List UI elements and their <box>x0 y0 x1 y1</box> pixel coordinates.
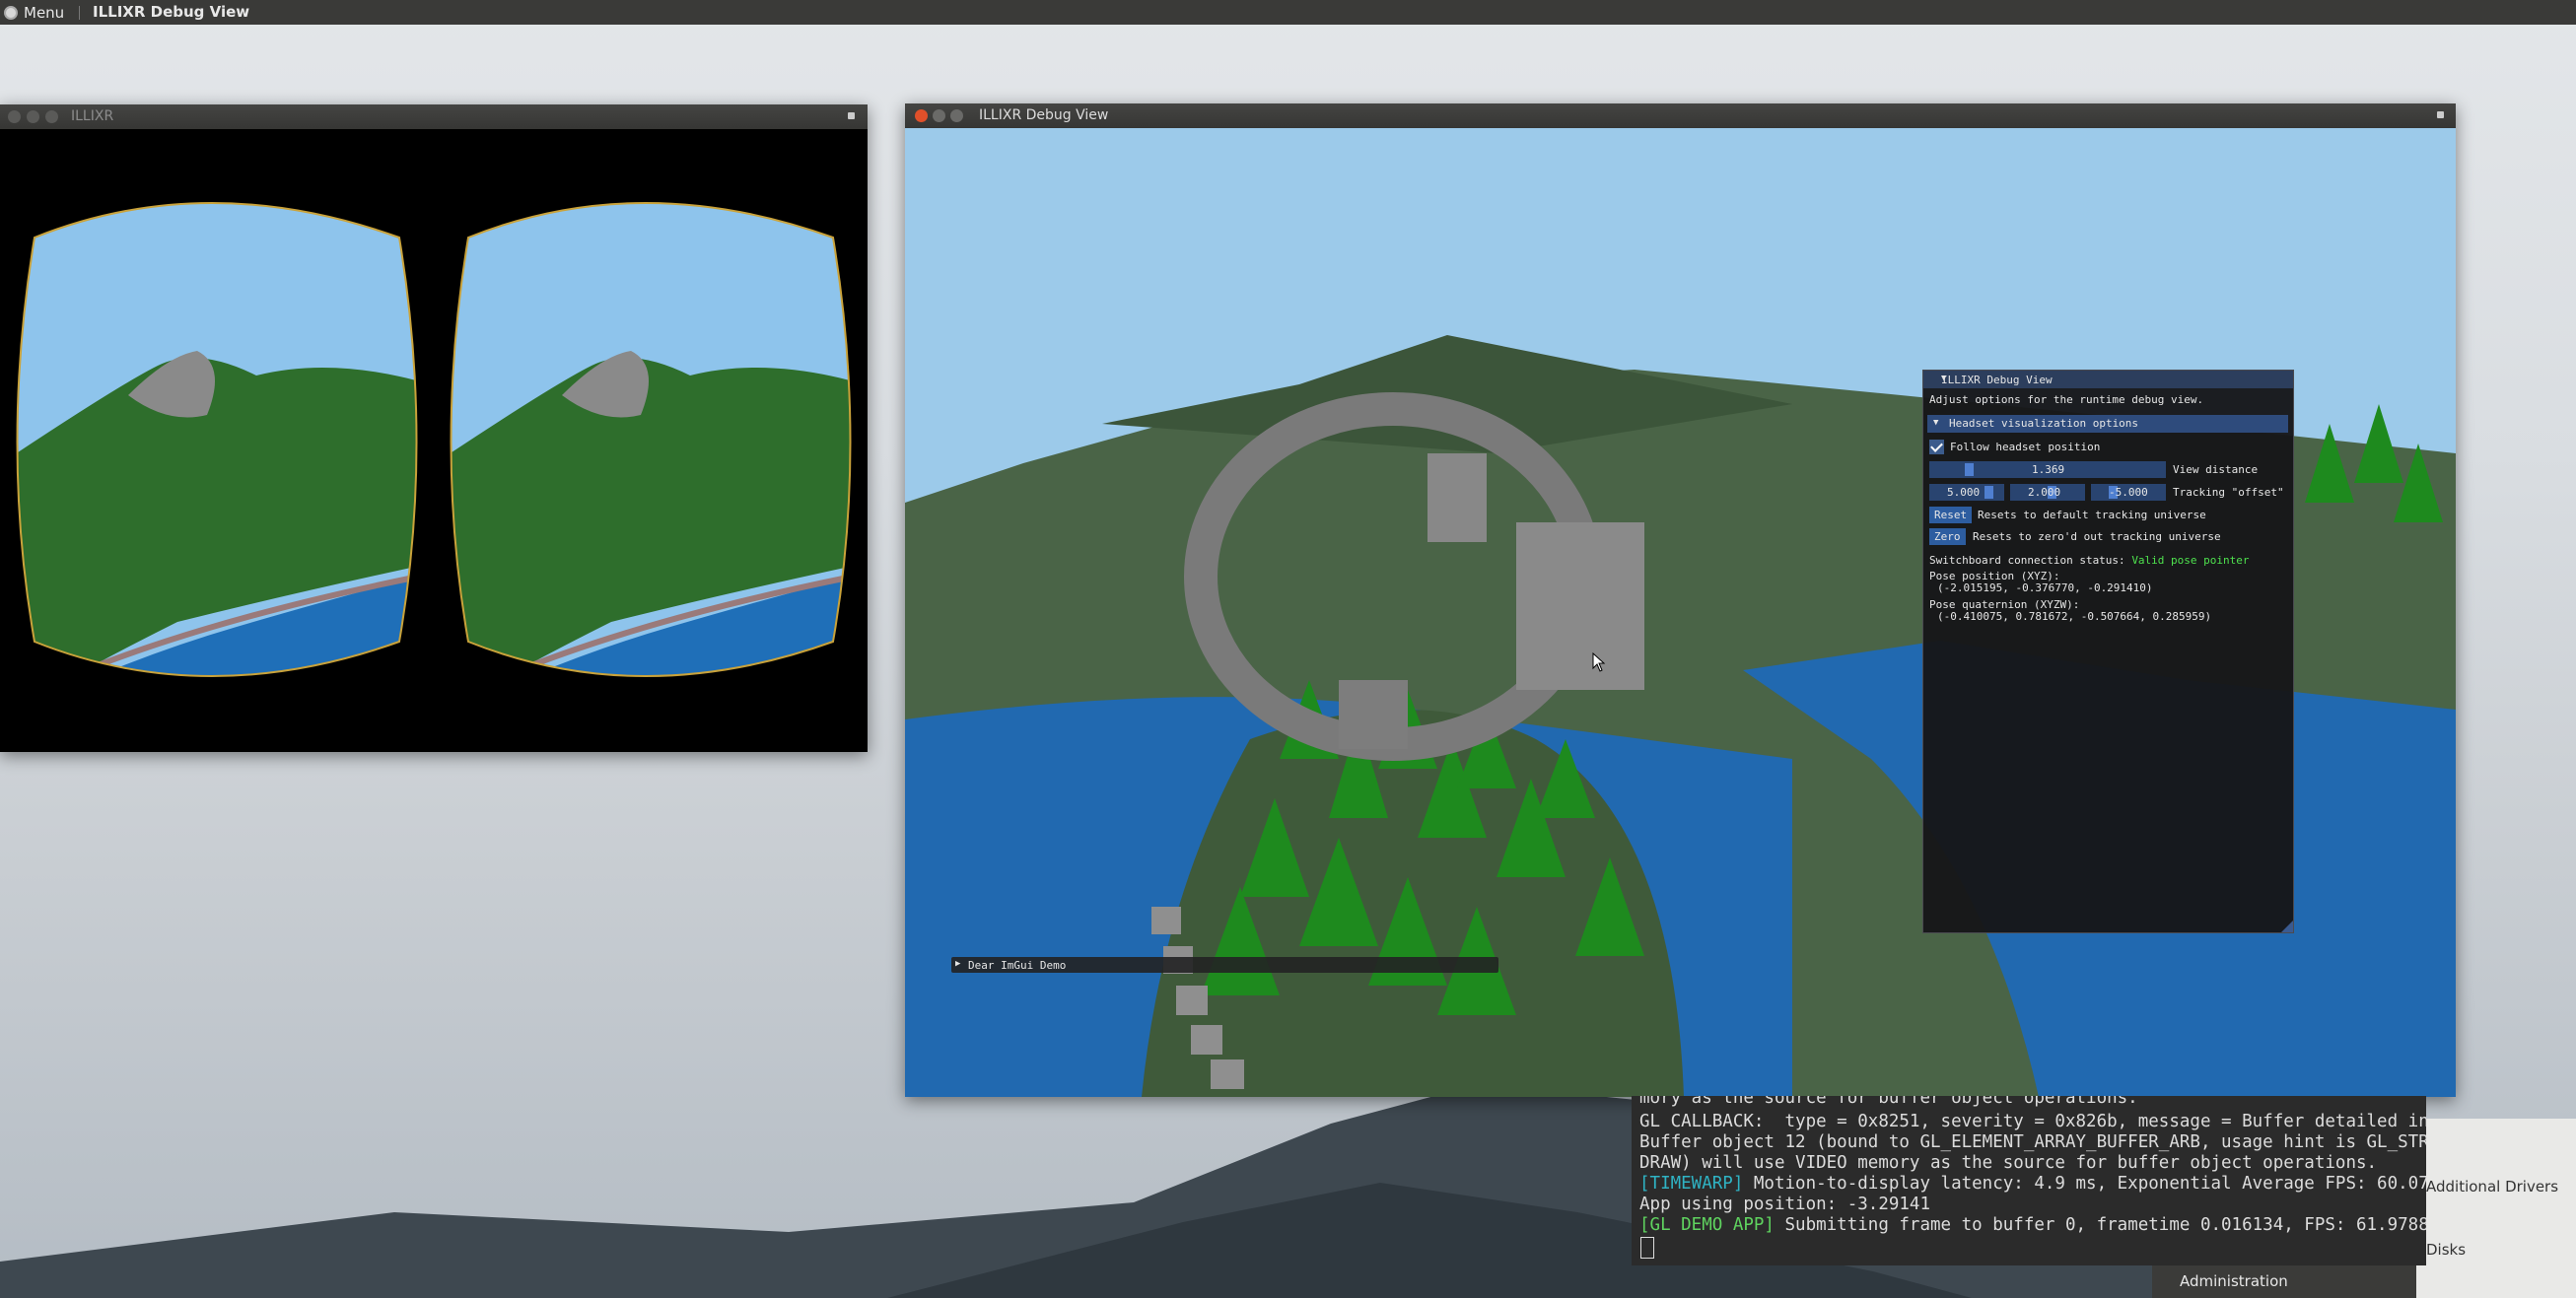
pin-icon[interactable] <box>848 112 855 119</box>
timewarp-tag: [TIMEWARP] <box>1639 1174 1744 1194</box>
timewarp-text: Motion-to-display latency: 4.9 ms, Expon… <box>1743 1174 2426 1194</box>
terminal-line: mory as the source for buffer object ope… <box>1639 1096 2138 1108</box>
terminal-cursor <box>1640 1237 1654 1259</box>
debug-window-titlebar[interactable]: ILLIXR Debug View <box>905 103 2456 128</box>
tracking-offset-y[interactable]: 2.000 <box>2010 484 2085 501</box>
debug-3d-viewport[interactable]: ▼ ILLIXR Debug View Adjust options for t… <box>905 128 2456 1097</box>
top-panel: Menu ILLIXR Debug View <box>0 0 2576 25</box>
switchboard-status: Valid pose pointer <box>2131 554 2250 567</box>
imgui-panel-title: ILLIXR Debug View <box>1941 374 2053 386</box>
illixr-vr-window: ILLIXR <box>0 104 868 752</box>
terminal-line: App using position: -3.29141 <box>1639 1195 1931 1214</box>
panel-description: Adjust options for the runtime debug vie… <box>1929 393 2204 406</box>
tracking-offset-x-value: 5.000 <box>1947 486 1981 499</box>
terminal-line: [TIMEWARP] Motion-to-display latency: 4.… <box>1639 1174 2426 1194</box>
illixr-debug-window: ILLIXR Debug View ▼ ILLIXR Debug View Ad… <box>905 103 2456 1097</box>
additional-drivers-item[interactable]: Additional Drivers <box>2426 1178 2558 1196</box>
tracking-offset-x[interactable]: 5.000 <box>1929 484 2004 501</box>
reset-button[interactable]: Reset <box>1929 507 1973 523</box>
view-distance-value: 1.369 <box>2032 463 2065 476</box>
gl-demo-app-tag: [GL DEMO APP] <box>1639 1215 1775 1235</box>
view-distance-label: View distance <box>2173 463 2259 476</box>
imgui-debug-panel[interactable]: ▼ ILLIXR Debug View Adjust options for t… <box>1922 370 2294 933</box>
vr-window-titlebar[interactable]: ILLIXR <box>0 104 868 129</box>
vr-stereo-render <box>16 202 852 677</box>
reset-description: Resets to default tracking universe <box>1978 509 2206 521</box>
slider-grab[interactable] <box>1984 486 1993 499</box>
gl-demo-app-text: Submitting frame to buffer 0, frametime … <box>1774 1215 2427 1235</box>
mouse-pointer-icon <box>1592 652 1606 672</box>
switchboard-label: Switchboard connection status: <box>1929 554 2125 567</box>
topbar-separator <box>79 6 80 20</box>
close-icon[interactable] <box>915 109 928 122</box>
expand-triangle-icon[interactable]: ▶ <box>955 959 960 969</box>
menu-button[interactable]: Menu <box>4 2 64 23</box>
terminal-line: DRAW) will use VIDEO memory as the sourc… <box>1639 1153 2378 1173</box>
tracking-offset-label: Tracking "offset" <box>2173 486 2284 499</box>
administration-label[interactable]: Administration <box>2180 1272 2288 1290</box>
zero-button[interactable]: Zero <box>1929 528 1966 545</box>
pin-icon[interactable] <box>2437 111 2444 118</box>
disks-item[interactable]: Disks <box>2426 1241 2466 1259</box>
vr-window-title: ILLIXR <box>71 108 114 124</box>
terminal-window[interactable]: mory as the source for buffer object ope… <box>1632 1096 2426 1265</box>
switchboard-status-row: Switchboard connection status: Valid pos… <box>1929 554 2250 567</box>
tracking-offset-y-value: 2.000 <box>2028 486 2061 499</box>
minimize-icon[interactable] <box>933 109 945 122</box>
maximize-icon[interactable] <box>950 109 963 122</box>
vr-stereo-view <box>0 129 868 752</box>
view-distance-slider[interactable]: 1.369 <box>1929 461 2166 478</box>
demo-window-title: Dear ImGui Demo <box>968 959 1067 972</box>
maximize-icon[interactable] <box>45 110 58 123</box>
headset-options-header[interactable]: ▼ Headset visualization options <box>1927 415 2288 433</box>
pose-quaternion-value: (-0.410075, 0.781672, -0.507664, 0.28595… <box>1937 610 2212 623</box>
section-collapse-icon[interactable]: ▼ <box>1933 418 1938 428</box>
menu-label: Menu <box>24 3 65 22</box>
section-header-label: Headset visualization options <box>1949 417 2139 430</box>
terminal-line: [GL DEMO APP] Submitting frame to buffer… <box>1639 1215 2426 1235</box>
debug-window-title: ILLIXR Debug View <box>979 107 1109 123</box>
terminal-line: GL CALLBACK: type = 0x8251, severity = 0… <box>1639 1112 2426 1131</box>
resize-grip[interactable] <box>2281 921 2293 932</box>
administration-section: Administration <box>2152 1264 2416 1298</box>
imgui-panel-titlebar[interactable]: ▼ ILLIXR Debug View <box>1923 371 2293 388</box>
pose-position-value: (-2.015195, -0.376770, -0.291410) <box>1937 581 2153 594</box>
slider-grab[interactable] <box>1965 463 1974 476</box>
zero-description: Resets to zero'd out tracking universe <box>1973 530 2221 543</box>
left-eye-lens <box>17 203 417 676</box>
follow-headset-label: Follow headset position <box>1950 441 2101 453</box>
follow-headset-checkbox[interactable] <box>1929 440 1944 454</box>
right-eye-lens <box>451 203 851 676</box>
imgui-demo-window[interactable]: ▶ Dear ImGui Demo <box>951 957 1498 973</box>
tracking-offset-z-value: -5.000 <box>2109 486 2148 499</box>
ubuntu-logo-icon <box>4 5 18 20</box>
minimize-icon[interactable] <box>27 110 39 123</box>
close-icon[interactable] <box>8 110 21 123</box>
tracking-offset-z[interactable]: -5.000 <box>2091 484 2166 501</box>
terminal-line: Buffer object 12 (bound to GL_ELEMENT_AR… <box>1639 1132 2426 1152</box>
active-window-title: ILLIXR Debug View <box>93 3 250 21</box>
